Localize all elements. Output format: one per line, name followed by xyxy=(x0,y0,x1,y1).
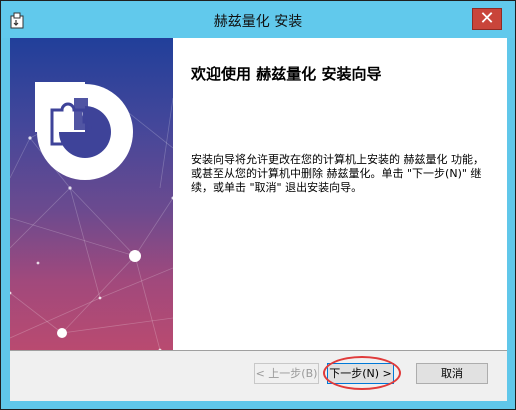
wizard-banner xyxy=(10,38,173,350)
next-button[interactable]: 下一步(N) > xyxy=(327,363,394,384)
banner-network-graphic xyxy=(10,82,173,350)
cancel-button[interactable]: 取消 xyxy=(416,363,488,384)
wizard-content-panel: 欢迎使用 赫兹量化 安装向导 安装向导将允许更改在您的计算机上安装的 赫兹量化 … xyxy=(173,38,507,350)
puzzle-logo-icon xyxy=(35,82,133,180)
back-button[interactable]: < 上一步(B) xyxy=(254,363,319,384)
installer-window: 赫兹量化 安装 ✕ 欢迎使用 赫兹量化 安装向导 安装向导将允许更改在您的计算机… xyxy=(0,0,516,410)
welcome-description: 安装向导将允许更改在您的计算机上安装的 赫兹量化 功能，或甚至从您的计算机中删除… xyxy=(191,153,484,194)
window-title: 赫兹量化 安装 xyxy=(213,14,303,30)
wizard-client-area: 欢迎使用 赫兹量化 安装向导 安装向导将允许更改在您的计算机上安装的 赫兹量化 … xyxy=(10,38,507,401)
button-area-separator xyxy=(10,350,507,351)
close-button[interactable]: ✕ xyxy=(472,8,502,30)
welcome-heading: 欢迎使用 赫兹量化 安装向导 xyxy=(191,65,382,83)
title-bar[interactable]: 赫兹量化 安装 ✕ xyxy=(2,2,514,38)
